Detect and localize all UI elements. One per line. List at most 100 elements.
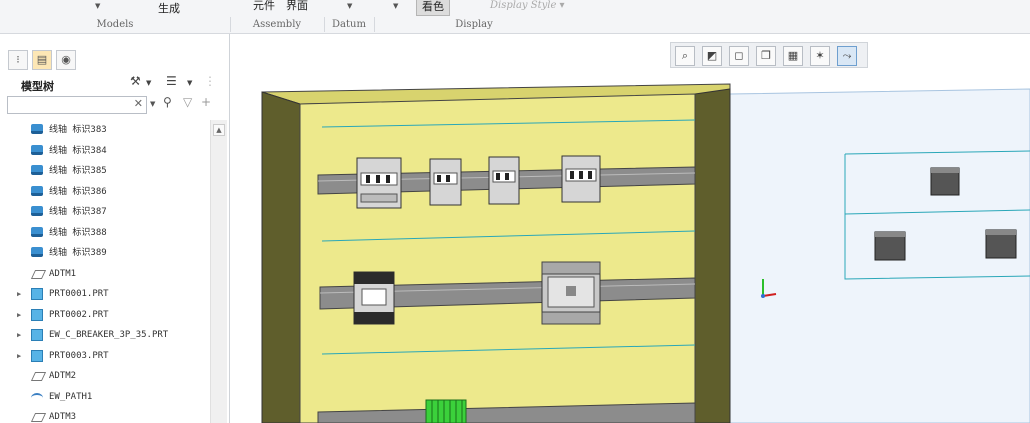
zoom-icon[interactable]: ⌕ bbox=[675, 46, 695, 66]
dropdown-arrow-icon[interactable]: ▼ bbox=[95, 2, 100, 10]
tree-filter-icon[interactable]: ⋮ bbox=[204, 74, 216, 88]
saved-views-icon[interactable]: ❐ bbox=[756, 46, 776, 66]
tree-item[interactable]: ▶ PRT0003.PRT bbox=[0, 346, 210, 366]
model-tree-panel: ⁝ ▤ ◉ 模型树 ⚒ ▼ ☰ ▼ ⋮ ✕ ▼ ⚲ ▽ + 线轴 标识383 线轴… bbox=[0, 34, 230, 423]
contactor[interactable] bbox=[429, 158, 462, 206]
datum-plane-icon bbox=[30, 413, 47, 422]
tree-item[interactable]: EW_PATH1 bbox=[0, 387, 210, 407]
tree-item[interactable]: 线轴 标识387 bbox=[0, 202, 210, 222]
datum-display-icon[interactable]: ▦ bbox=[783, 46, 803, 66]
component-button[interactable]: 元件 bbox=[253, 0, 275, 13]
tree-columns-icon[interactable]: ☰ bbox=[166, 74, 177, 88]
tab-favorites[interactable]: ◉ bbox=[56, 50, 76, 70]
dropdown-arrow-icon[interactable]: ▼ bbox=[347, 2, 352, 10]
harness-icon bbox=[31, 165, 43, 175]
tree-item[interactable]: 线轴 标识384 bbox=[0, 141, 210, 161]
cad-scene[interactable] bbox=[230, 34, 1030, 423]
tree-item[interactable]: ADTM1 bbox=[0, 264, 210, 284]
circuit-breaker[interactable] bbox=[541, 261, 601, 325]
tree-item[interactable]: 线轴 标识388 bbox=[0, 223, 210, 243]
tree-item-label: 线轴 标识387 bbox=[49, 207, 107, 217]
add-icon[interactable]: + bbox=[201, 95, 211, 109]
tree-item[interactable]: 线轴 标识385 bbox=[0, 161, 210, 181]
contactor[interactable] bbox=[488, 156, 520, 205]
graphics-viewport[interactable]: ⌕ ◩ ◻ ❐ ▦ ✶ ⤳ bbox=[230, 34, 1030, 423]
tree-settings-icon[interactable]: ⚒ bbox=[130, 74, 141, 88]
connector-block[interactable] bbox=[874, 231, 906, 261]
dropdown-arrow-icon[interactable]: ▼ bbox=[393, 2, 398, 10]
relay[interactable] bbox=[353, 271, 395, 325]
tree-item-label: 线轴 标识384 bbox=[49, 145, 107, 156]
chevron-down-icon[interactable]: ▼ bbox=[187, 79, 192, 87]
tree-item[interactable]: 线轴 标识389 bbox=[0, 243, 210, 263]
harness-icon bbox=[31, 247, 43, 257]
connector-block[interactable] bbox=[930, 167, 960, 196]
filter-icon[interactable]: ▽ bbox=[183, 95, 192, 109]
enclosure-side bbox=[261, 91, 301, 423]
expand-arrow-icon[interactable]: ▶ bbox=[17, 325, 21, 345]
chevron-down-icon[interactable]: ▼ bbox=[150, 100, 155, 108]
chevron-down-icon[interactable]: ▼ bbox=[146, 79, 151, 87]
annotation-display-icon[interactable]: ⤳ bbox=[837, 46, 857, 66]
display-style-icon[interactable]: ◻ bbox=[729, 46, 749, 66]
tree-item-label: 线轴 标识385 bbox=[49, 166, 107, 176]
tree-item-label: 线轴 标识389 bbox=[49, 248, 107, 258]
group-models-label: Models bbox=[0, 17, 231, 32]
expand-arrow-icon[interactable]: ▶ bbox=[17, 346, 21, 366]
path-icon bbox=[31, 392, 43, 403]
tree-item-label: 线轴 标识386 bbox=[49, 186, 107, 197]
view-toolbar: ⌕ ◩ ◻ ❐ ▦ ✶ ⤳ bbox=[670, 42, 868, 68]
datum-plane-icon bbox=[30, 372, 47, 381]
tab-folder-browser[interactable]: ▤ bbox=[32, 50, 52, 70]
part-icon bbox=[31, 308, 43, 321]
group-datum-label: Datum bbox=[324, 17, 375, 32]
harness-icon bbox=[31, 206, 43, 216]
tab-model-tree[interactable]: ⁝ bbox=[8, 50, 28, 70]
scroll-up-icon[interactable]: ▲ bbox=[213, 124, 225, 136]
tree-item[interactable]: ▶ EW_C_BREAKER_3P_35.PRT bbox=[0, 325, 210, 345]
tree-item[interactable]: ▶ PRT0002.PRT bbox=[0, 305, 210, 325]
tree-search-input[interactable]: ✕ bbox=[7, 96, 147, 114]
clear-search-icon[interactable]: ✕ bbox=[134, 97, 143, 110]
expand-arrow-icon[interactable]: ▶ bbox=[17, 284, 21, 304]
tree-item[interactable]: 线轴 标识386 bbox=[0, 182, 210, 202]
binoculars-icon[interactable]: ⚲ bbox=[163, 95, 172, 109]
part-icon bbox=[31, 329, 43, 341]
expand-arrow-icon[interactable]: ▶ bbox=[17, 305, 21, 325]
datum-plane-icon bbox=[30, 269, 47, 279]
tree-item-label: ADTM1 bbox=[49, 268, 77, 279]
tree-item-label: EW_C_BREAKER_3P_35.PRT bbox=[49, 330, 169, 340]
tree-item-label: 线轴 标识388 bbox=[49, 227, 107, 238]
contactor[interactable] bbox=[561, 155, 601, 203]
tree-item-label: PRT0002.PRT bbox=[49, 309, 109, 320]
display-style-dropdown[interactable]: Display Style ▾ bbox=[490, 0, 565, 11]
tree-item-label: PRT0001.PRT bbox=[49, 289, 109, 299]
harness-icon bbox=[31, 185, 43, 196]
group-display-label: Display bbox=[455, 19, 493, 30]
refit-icon[interactable]: ◩ bbox=[702, 46, 722, 66]
tree-item-label: 线轴 标识383 bbox=[49, 125, 107, 135]
model-tree-title: 模型树 bbox=[21, 80, 54, 93]
terminal-block[interactable] bbox=[425, 399, 467, 423]
enclosure-side-right bbox=[694, 88, 731, 423]
part-icon bbox=[31, 349, 43, 362]
tree-item[interactable]: ADTM3 bbox=[0, 407, 210, 423]
harness-icon bbox=[31, 144, 43, 155]
tree-item[interactable]: 线轴 标识383 bbox=[0, 120, 210, 140]
enclosure-back-panel[interactable] bbox=[299, 93, 696, 423]
spin-center-icon[interactable]: ✶ bbox=[810, 46, 830, 66]
part-icon bbox=[31, 288, 43, 300]
contactor[interactable] bbox=[356, 157, 402, 209]
group-assembly-label: Assembly bbox=[230, 17, 325, 32]
interface-button[interactable]: 界面 bbox=[286, 0, 308, 13]
ribbon: ▼ 生成 元件 界面 ▼ ▼ 看色 Display Style ▾ Models… bbox=[0, 0, 1030, 34]
harness-icon bbox=[31, 124, 43, 134]
tree-item-label: PRT0003.PRT bbox=[49, 350, 109, 361]
tree-item[interactable]: ADTM2 bbox=[0, 366, 210, 386]
appearance-button[interactable]: 看色 bbox=[416, 0, 450, 16]
generate-button[interactable]: 生成 bbox=[158, 0, 180, 16]
tree-item[interactable]: ▶ PRT0001.PRT bbox=[0, 284, 210, 304]
tree-scrollbar[interactable]: ▲ bbox=[210, 120, 227, 423]
model-tree-list: 线轴 标识383 线轴 标识384 线轴 标识385 线轴 标识386 线轴 标识387… bbox=[0, 120, 210, 423]
connector-block[interactable] bbox=[985, 229, 1017, 259]
